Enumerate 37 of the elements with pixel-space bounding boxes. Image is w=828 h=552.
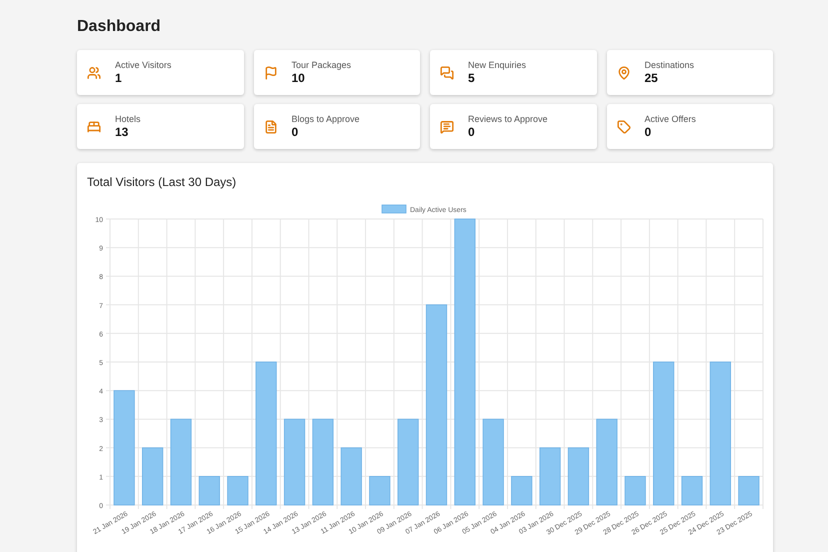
stat-label: Blogs to Approve bbox=[292, 114, 360, 124]
bar bbox=[227, 476, 248, 506]
stat-label: Active Visitors bbox=[115, 60, 172, 70]
document-icon bbox=[264, 120, 278, 134]
bar bbox=[142, 447, 164, 506]
bar bbox=[369, 476, 390, 506]
bar bbox=[568, 447, 590, 506]
chart-title: Total Visitors (Last 30 Days) bbox=[86, 174, 238, 189]
stat-value: 0 bbox=[292, 125, 300, 139]
bar bbox=[511, 476, 532, 506]
stat-value: 10 bbox=[292, 71, 306, 85]
stat-value: 0 bbox=[468, 125, 476, 139]
stat-label: Hotels bbox=[115, 114, 141, 124]
stat-value: 25 bbox=[644, 71, 659, 85]
tag-icon bbox=[616, 120, 630, 134]
stat-value: 1 bbox=[115, 71, 123, 85]
stat-value: 5 bbox=[468, 71, 476, 85]
people-icon bbox=[87, 66, 101, 80]
bar bbox=[340, 447, 362, 506]
stat-label: Active Offers bbox=[644, 114, 696, 124]
bar bbox=[198, 476, 220, 506]
bar bbox=[738, 476, 760, 506]
bar bbox=[681, 476, 703, 506]
bar bbox=[624, 476, 646, 506]
map-pin-icon bbox=[616, 66, 630, 80]
comment-icon bbox=[440, 120, 454, 134]
bar bbox=[539, 447, 561, 506]
stat-value: 0 bbox=[644, 125, 652, 139]
flag-icon bbox=[264, 66, 278, 80]
chat-icon bbox=[440, 66, 454, 80]
stat-value: 13 bbox=[115, 125, 130, 139]
stat-label: Reviews to Approve bbox=[468, 114, 548, 124]
stat-label: Tour Packages bbox=[292, 60, 352, 70]
stat-label: New Enquiries bbox=[468, 60, 526, 70]
stat-label: Destinations bbox=[644, 60, 694, 70]
bed-icon bbox=[87, 120, 101, 134]
page-title: Dashboard bbox=[77, 18, 162, 36]
